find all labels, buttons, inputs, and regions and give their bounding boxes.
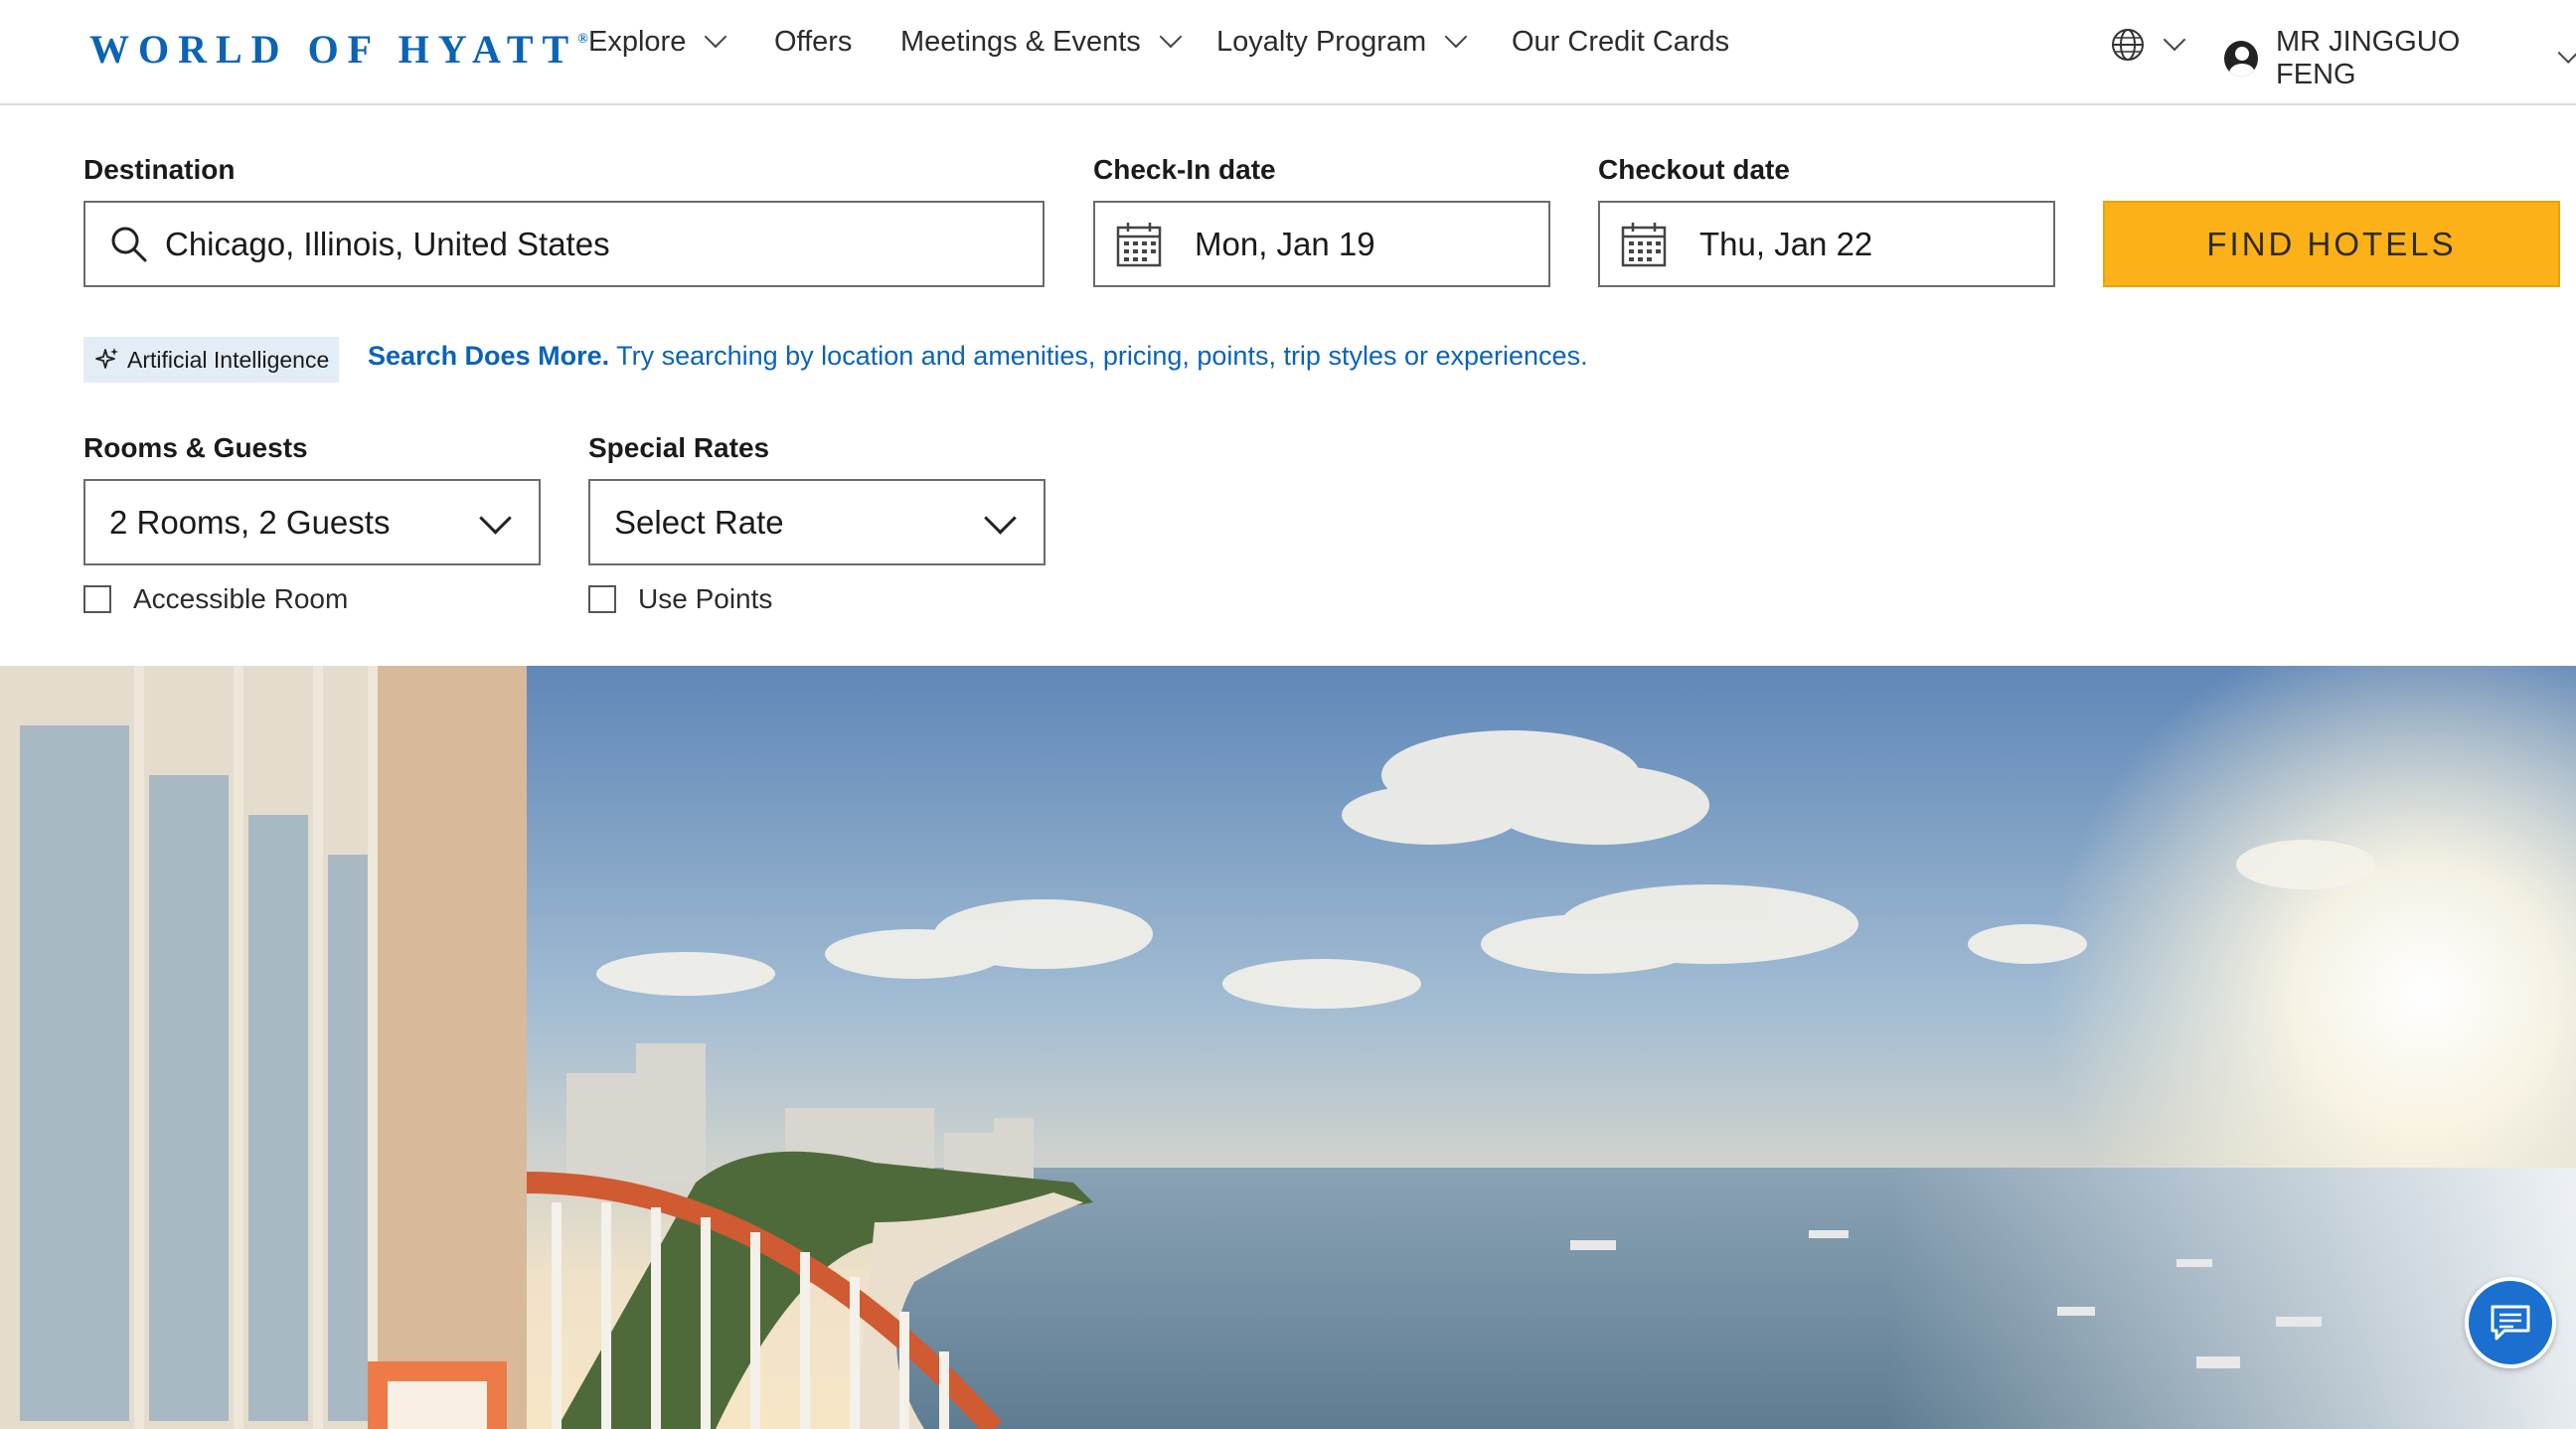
nav-credit-cards[interactable]: Our Credit Cards bbox=[1512, 26, 1729, 59]
top-navigation-bar: WORLD OF HYATT® Explore Offers Meetings … bbox=[0, 0, 2576, 105]
special-rates-value: Select Rate bbox=[614, 503, 784, 541]
hero-image bbox=[0, 666, 2576, 1429]
language-selector[interactable] bbox=[2111, 28, 2186, 62]
globe-icon bbox=[2112, 29, 2144, 61]
calendar-icon bbox=[1621, 222, 1667, 266]
rooms-guests-value: 2 Rooms, 2 Guests bbox=[109, 503, 391, 541]
chevron-down-icon bbox=[705, 25, 727, 48]
special-rates-label: Special Rates bbox=[588, 432, 770, 463]
ai-badge-label: Artificial Intelligence bbox=[127, 346, 330, 373]
nav-meetings-events[interactable]: Meetings & Events bbox=[900, 25, 1183, 59]
chevron-down-icon bbox=[984, 502, 1017, 535]
chevron-down-icon bbox=[2557, 41, 2576, 65]
ai-search-hint[interactable]: Search Does More. Try searching by locat… bbox=[368, 341, 1588, 372]
special-rates-dropdown[interactable]: Select Rate bbox=[588, 479, 1046, 565]
use-points-checkbox[interactable]: Use Points bbox=[588, 583, 772, 615]
rooms-guests-label: Rooms & Guests bbox=[83, 432, 308, 463]
checkout-value: Thu, Jan 22 bbox=[1699, 225, 1873, 262]
chevron-down-icon bbox=[1159, 25, 1183, 48]
chevron-down-icon bbox=[2163, 28, 2186, 52]
nav-explore[interactable]: Explore bbox=[588, 25, 727, 59]
nav-loyalty-program[interactable]: Loyalty Program bbox=[1216, 25, 1468, 59]
checkin-label: Check-In date bbox=[1093, 154, 1276, 185]
accessible-room-label: Accessible Room bbox=[133, 583, 349, 614]
sparkle-icon bbox=[95, 348, 118, 369]
checkin-value: Mon, Jan 19 bbox=[1195, 225, 1375, 262]
chat-icon bbox=[2491, 1305, 2530, 1341]
nav-offers-label: Offers bbox=[774, 26, 853, 58]
chevron-down-icon bbox=[479, 502, 512, 535]
find-hotels-button[interactable]: FIND HOTELS bbox=[2103, 201, 2560, 287]
checkbox-box[interactable] bbox=[83, 585, 111, 613]
calendar-icon bbox=[1116, 222, 1162, 266]
user-name: MR JINGGUO FENG bbox=[2276, 26, 2461, 90]
ai-hint-text: Try searching by location and amenities,… bbox=[616, 341, 1588, 371]
chat-button[interactable] bbox=[2465, 1277, 2556, 1368]
use-points-label: Use Points bbox=[638, 583, 773, 614]
nav-meetings-label: Meetings & Events bbox=[900, 26, 1141, 58]
checkbox-box[interactable] bbox=[588, 585, 616, 613]
search-icon bbox=[111, 227, 147, 261]
world-of-hyatt-logo[interactable]: WORLD OF HYATT® bbox=[89, 26, 588, 73]
destination-input[interactable]: Chicago, Illinois, United States bbox=[83, 201, 1045, 287]
hero-illustration bbox=[0, 666, 2576, 1429]
ai-headline: Search Does More. bbox=[368, 341, 610, 371]
checkout-date-field[interactable]: Thu, Jan 22 bbox=[1598, 201, 2055, 287]
nav-explore-label: Explore bbox=[588, 26, 687, 58]
rooms-guests-dropdown[interactable]: 2 Rooms, 2 Guests bbox=[83, 479, 541, 565]
checkout-label: Checkout date bbox=[1598, 154, 1790, 185]
checkin-date-field[interactable]: Mon, Jan 19 bbox=[1093, 201, 1550, 287]
user-account-menu[interactable]: MR JINGGUO FENG bbox=[2224, 26, 2576, 91]
destination-label: Destination bbox=[83, 154, 236, 185]
ai-badge: Artificial Intelligence bbox=[83, 337, 340, 383]
nav-loyalty-label: Loyalty Program bbox=[1216, 26, 1427, 58]
avatar bbox=[2224, 41, 2259, 77]
accessible-room-checkbox[interactable]: Accessible Room bbox=[83, 583, 348, 615]
nav-offers[interactable]: Offers bbox=[774, 26, 852, 59]
nav-credit-cards-label: Our Credit Cards bbox=[1512, 26, 1730, 58]
chevron-down-icon bbox=[1444, 25, 1468, 48]
destination-value: Chicago, Illinois, United States bbox=[165, 225, 610, 262]
